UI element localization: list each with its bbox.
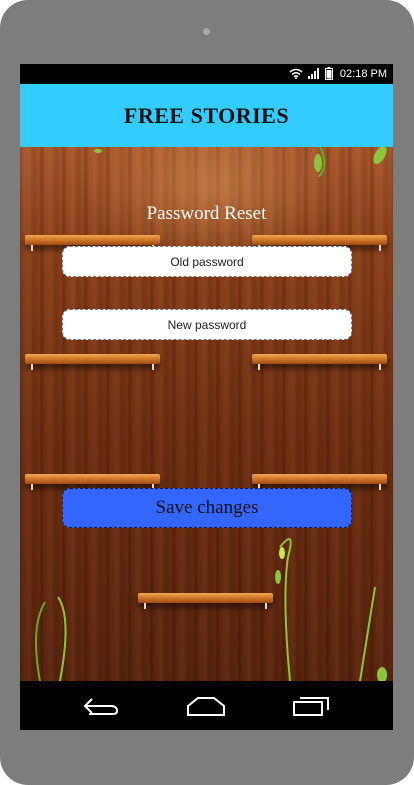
home-icon — [187, 696, 226, 716]
recent-apps-button[interactable] — [287, 691, 335, 721]
old-password-input[interactable] — [62, 246, 352, 277]
vine-decoration — [35, 147, 387, 681]
screen: 02:18 PM FREE STORIES Password Reset Old… — [20, 64, 393, 730]
navigation-bar — [20, 681, 393, 730]
home-button[interactable] — [182, 691, 230, 721]
back-icon — [83, 697, 119, 715]
app-title: FREE STORIES — [123, 102, 290, 128]
app-bar: FREE STORIES — [20, 84, 393, 147]
device-frame: 02:18 PM FREE STORIES Password Reset Old… — [0, 0, 414, 785]
wifi-icon — [289, 68, 303, 79]
camera-icon — [203, 28, 210, 35]
page-heading: Password Reset — [146, 203, 267, 224]
save-changes-button[interactable]: Save changes — [62, 488, 352, 528]
status-time: 02:18 PM — [339, 67, 387, 80]
signal-icon — [307, 68, 320, 79]
status-bar: 02:18 PM — [20, 64, 393, 84]
recent-apps-icon — [292, 696, 329, 716]
new-password-input[interactable] — [62, 309, 352, 340]
back-button[interactable] — [78, 691, 126, 721]
battery-icon — [324, 67, 333, 80]
content-area: Password Reset Save changes — [20, 147, 393, 681]
